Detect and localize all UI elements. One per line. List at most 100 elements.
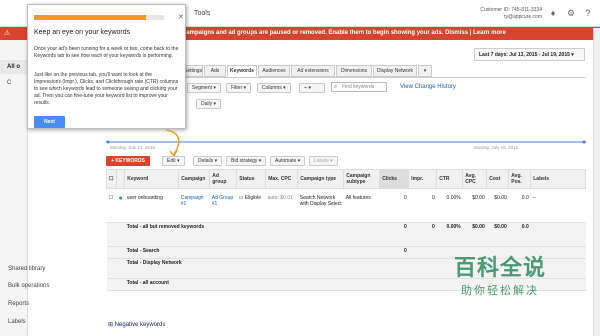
negative-keywords-link[interactable]: ⊞ Negative keywords [108,321,165,328]
status-text: Eligible [244,195,261,201]
search-input[interactable]: ⌕ Find keywords [331,82,387,92]
tour-pointer-arrow [165,129,180,158]
tools-menu[interactable]: Tools [194,10,210,17]
chart-point [106,140,110,144]
filter-dropdown[interactable]: Filter ▾ [226,83,252,93]
labels-dropdown[interactable]: Labels ▾ [309,156,338,166]
gear-icon[interactable]: ⚙ [566,8,576,18]
warning-icon: ⚠ [4,30,11,37]
tab-ad-extensions[interactable]: Ad extensions [291,65,335,77]
tab-dimensions[interactable]: Dimensions [336,65,372,77]
learn-more-link[interactable]: Learn more [473,30,506,36]
total-label: Total - all but removed keywords [124,222,380,247]
tab-settings[interactable]: Settings [183,65,203,77]
date-range-picker[interactable]: Last 7 days: Jul 13, 2015 - Jul 19, 2015… [474,48,585,61]
bid-strategy-dropdown[interactable]: Bid strategy ▾ [226,156,267,166]
sidebar-item-shared-library[interactable]: Shared library [8,266,45,272]
search-icon: ⌕ [334,84,338,90]
tab-audiences[interactable]: Audiences [258,65,290,77]
tab-ads[interactable]: Ads [204,65,226,77]
help-icon[interactable]: ? [583,8,593,18]
total-ctr: 0.00% [436,222,463,247]
column-header-campaign[interactable]: Campaign [178,169,211,189]
popup-paragraph-2: Just like on the previous tab, you'll wa… [34,72,179,106]
total-row: Total - all but removed keywords 0 0 0.0… [106,222,586,247]
details-label: Details [198,158,214,164]
daily-dropdown[interactable]: Daily ▾ [196,99,222,109]
total-clicks: 0 [379,246,409,259]
labels-label: Labels [314,158,329,164]
sidebar: All o C [0,40,28,336]
segment-dropdown[interactable]: Segment ▾ [187,83,221,93]
chart-point [582,140,586,144]
details-dropdown[interactable]: Details ▾ [193,156,223,166]
close-icon[interactable]: ✕ [178,13,184,21]
add-keywords-button[interactable]: + KEYWORDS [106,156,150,166]
table-row[interactable]: ☐ ● user onboarding Campaign #1 Ad Group… [106,188,586,223]
column-header-ad-group[interactable]: Ad group [209,169,238,189]
sidebar-item-bulk-operations[interactable]: Bulk operations [8,283,49,289]
automate-dropdown[interactable]: Automate ▾ [270,156,306,166]
customer-email: ty@appcure.com [504,14,542,20]
bid-strategy-label: Bid strategy [231,158,258,164]
filter-label: Filter [231,85,243,91]
date-range-label: Last 7 days: Jul 13, 2015 - Jul 19, 2015 [479,52,570,58]
column-header-max-cpc[interactable]: Max. CPC [265,169,299,189]
customer-info[interactable]: Customer ID: 745-811-3334 ty@appcure.com [474,7,542,21]
view-change-history-link[interactable]: View Change History [400,84,456,90]
column-header-avg-pos[interactable]: Avg. Pos. [508,169,532,189]
row-checkbox[interactable]: ☐ [106,188,117,223]
max-cpc-cell[interactable]: auto: $0.01 [265,188,298,223]
avg-cpc-cell: $0.00 [462,188,487,223]
status-cell: ▭ Eligible [236,188,266,223]
columns-label: Columns [262,85,282,91]
column-header-ctr[interactable]: CTR [436,169,464,189]
alert-text: campaigns and ad groups are paused or re… [183,30,444,36]
tab-display-network[interactable]: Display Network [373,65,417,77]
columns-dropdown[interactable]: Columns ▾ [257,83,291,93]
enabled-dot-icon[interactable]: ● [116,188,125,223]
select-all-checkbox[interactable]: ☐ [106,169,117,189]
sidebar-item-reports[interactable]: Reports [8,301,29,307]
dismiss-link[interactable]: Dismiss [445,30,468,36]
tab-keywords[interactable]: Keywords [227,65,257,77]
total-label: Total - all account [124,278,380,291]
clicks-cell: 0 [379,188,409,223]
sidebar-item-campaign[interactable]: C [7,80,11,86]
column-header-clicks[interactable]: Clicks [379,169,410,189]
sidebar-item-labels[interactable]: Labels [8,319,26,325]
status-dot-column [115,169,126,189]
column-header-impr[interactable]: Impr. [408,169,438,189]
watermark-title: 百科全说 [453,255,546,280]
popup-title: Keep an eye on your keywords [34,29,131,36]
campaign-link[interactable]: Campaign #1 [178,188,210,223]
table-header-row: ☐ Keyword Campaign Ad group Status Max. … [106,169,586,189]
next-button[interactable]: Next [34,116,65,128]
chart-date-start: Monday, July 13, 2015 [110,145,155,150]
ad-group-link[interactable]: Ad Group #1 [209,188,237,223]
daily-label: Daily [201,101,213,107]
sidebar-item-all-online-campaigns[interactable]: All o [0,60,28,74]
column-header-campaign-type[interactable]: Campaign type [297,169,345,189]
chart-toggle-button[interactable]: ⌁ ▾ [299,83,325,93]
total-impr: 0 [408,222,437,247]
alert-content: campaigns and ad groups are paused or re… [183,27,506,40]
column-header-labels[interactable]: Labels [530,169,586,189]
bell-icon[interactable]: ♦ [548,8,558,18]
page-scrollbar[interactable] [593,28,600,336]
chart-date-end: Sunday, July 19, 2015 [474,145,519,150]
column-header-cost[interactable]: Cost [486,169,510,189]
segment-label: Segment [192,85,213,91]
expand-plus-icon: ⊞ [108,322,115,328]
column-header-campaign-subtype[interactable]: Campaign subtype [343,169,381,189]
column-header-keyword[interactable]: Keyword [124,169,180,189]
negative-keywords-label: Negative keywords [114,322,166,328]
tour-progress-bar [34,15,164,20]
campaign-subtype-cell: All features [343,188,380,223]
keyword-cell[interactable]: user onboarding [124,188,179,223]
campaign-type-cell: Search Network with Display Select [297,188,344,223]
edit-label: Edit [167,158,176,164]
column-header-status[interactable]: Status [236,169,267,189]
tab-more[interactable]: ▾ [418,65,432,77]
column-header-avg-cpc[interactable]: Avg. CPC [462,169,488,189]
